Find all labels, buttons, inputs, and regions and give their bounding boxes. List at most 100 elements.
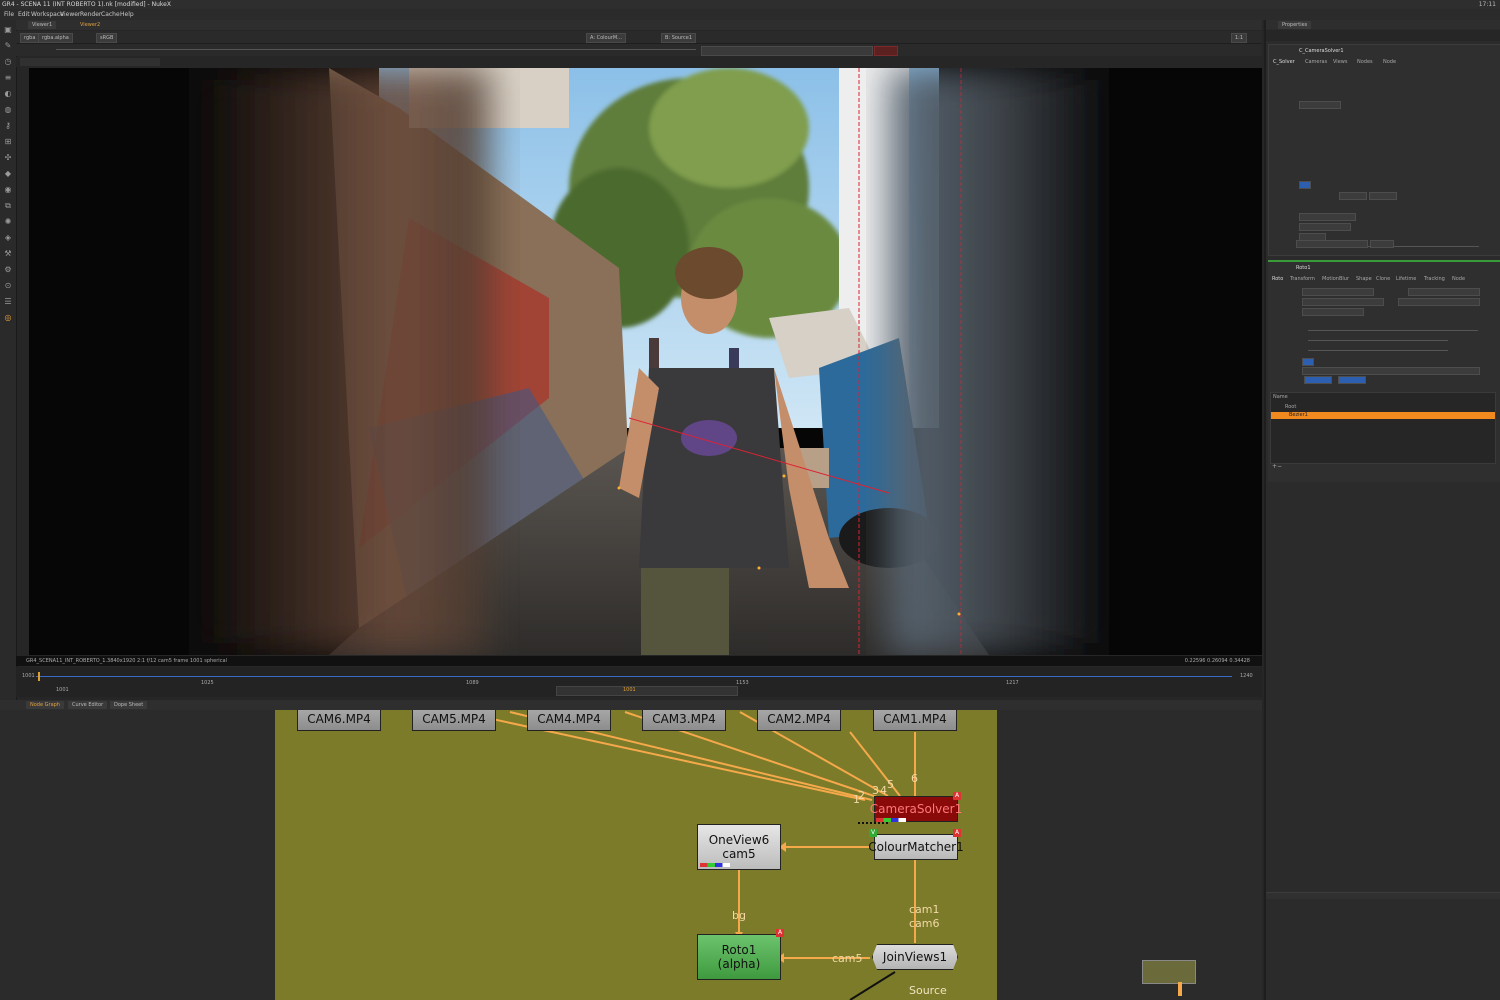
property-dropdown[interactable] xyxy=(1408,288,1480,296)
tab-dope-sheet[interactable]: Dope Sheet xyxy=(110,701,148,709)
views-icon[interactable]: ◉ xyxy=(3,185,13,195)
particles-icon[interactable]: ✺ xyxy=(3,217,13,227)
channels-dropdown[interactable]: rgba xyxy=(20,33,40,43)
alpha-dropdown[interactable]: rgba.alpha xyxy=(38,33,73,43)
tab-properties[interactable]: Properties xyxy=(1278,21,1312,29)
viewer-image[interactable] xyxy=(29,68,1262,655)
property-dropdown[interactable] xyxy=(1302,308,1364,316)
menu-render[interactable]: Render xyxy=(80,9,101,20)
cs-tab-cameras[interactable]: Cameras xyxy=(1305,59,1327,65)
menu-workspace[interactable]: Workspace xyxy=(31,9,64,20)
toolsets-icon[interactable]: ⚒ xyxy=(3,249,13,259)
property-button[interactable] xyxy=(1370,240,1394,248)
draw-icon[interactable]: ✎ xyxy=(3,41,13,51)
tab-node-graph[interactable]: Node Graph xyxy=(26,701,64,709)
3d-icon[interactable]: ◆ xyxy=(3,169,13,179)
read-node-cam3[interactable]: CAM3.MP4 xyxy=(642,710,726,731)
tab-viewer2[interactable]: Viewer2 xyxy=(76,21,105,29)
tab-viewer1[interactable]: Viewer1 xyxy=(28,21,57,29)
deep-icon[interactable]: ◈ xyxy=(3,233,13,243)
ocula-icon[interactable]: ◎ xyxy=(3,313,13,323)
keyer-icon[interactable]: ⚷ xyxy=(3,121,13,131)
property-field[interactable] xyxy=(1299,213,1356,221)
roto-node-name[interactable]: Roto1 xyxy=(1296,265,1311,271)
roto-tab-node[interactable]: Node xyxy=(1452,276,1465,282)
node-graph[interactable]: CAM6.MP4 CAM5.MP4 CAM4.MP4 CAM3.MP4 CAM2… xyxy=(0,710,1262,1000)
other-icon[interactable]: ⚙ xyxy=(3,265,13,275)
transform-icon[interactable]: ✣ xyxy=(3,153,13,163)
color-icon[interactable]: ◐ xyxy=(3,89,13,99)
panel-splitter[interactable] xyxy=(1266,892,1500,899)
colour-matcher-node[interactable]: ColourMatcher1 xyxy=(868,834,964,860)
properties-node-name[interactable]: C_CameraSolver1 xyxy=(1299,48,1344,54)
time-icon[interactable]: ◷ xyxy=(3,57,13,67)
roto-tab-clone[interactable]: Clone xyxy=(1376,276,1390,282)
property-field[interactable] xyxy=(1299,101,1341,109)
property-slider[interactable] xyxy=(1308,330,1478,331)
read-node-cam5[interactable]: CAM5.MP4 xyxy=(412,710,496,731)
property-dropdown[interactable] xyxy=(1296,240,1368,248)
furnace-icon[interactable]: ☰ xyxy=(3,297,13,307)
joinviews-node[interactable]: JoinViews1 xyxy=(872,944,958,970)
roto-node[interactable]: Roto1 (alpha) xyxy=(697,934,781,980)
merge-icon[interactable]: ⊞ xyxy=(3,137,13,147)
menu-help[interactable]: Help xyxy=(120,9,134,20)
roto-tab-roto[interactable]: Roto xyxy=(1272,276,1283,282)
roto-layer-list[interactable]: Name Root Bezier1 xyxy=(1270,392,1496,464)
cs-tab-nodes[interactable]: Nodes xyxy=(1357,59,1373,65)
input-b-dropdown[interactable]: B: Source1 xyxy=(661,33,697,43)
frame-range-field[interactable]: 1001 xyxy=(56,687,69,693)
property-dropdown[interactable] xyxy=(1302,288,1374,296)
metadata-icon[interactable]: ⧉ xyxy=(3,201,13,211)
property-button[interactable] xyxy=(1339,192,1367,200)
roto-tab-tracking[interactable]: Tracking xyxy=(1424,276,1445,282)
current-frame-field[interactable]: 1001 xyxy=(623,687,636,693)
cara-vr-icon[interactable]: ⊙ xyxy=(3,281,13,291)
menu-edit[interactable]: Edit xyxy=(18,9,30,20)
input-a-dropdown[interactable]: A: ColourM... xyxy=(586,33,626,43)
gain-slider[interactable] xyxy=(56,49,696,50)
layer-row-selected[interactable]: Bezier1 xyxy=(1271,412,1495,419)
colorspace-dropdown[interactable]: sRGB xyxy=(96,33,118,43)
property-field[interactable] xyxy=(1338,376,1366,384)
roto-tab-lifetime[interactable]: Lifetime xyxy=(1396,276,1416,282)
timeline-track[interactable] xyxy=(36,676,1232,677)
frame-buttons[interactable] xyxy=(701,46,873,56)
read-node-cam4[interactable]: CAM4.MP4 xyxy=(527,710,611,731)
cs-tab-views[interactable]: Views xyxy=(1333,59,1347,65)
tab-curve-editor[interactable]: Curve Editor xyxy=(68,701,108,709)
roto-tab-shape[interactable]: Shape xyxy=(1356,276,1372,282)
property-field[interactable] xyxy=(1304,376,1332,384)
filter-icon[interactable]: ◍ xyxy=(3,105,13,115)
property-slider[interactable] xyxy=(1308,340,1448,341)
property-slider[interactable] xyxy=(1308,350,1448,351)
playback-controls[interactable] xyxy=(556,686,738,696)
cs-tab-solver[interactable]: C_Solver xyxy=(1273,59,1295,65)
read-node-cam1[interactable]: CAM1.MP4 xyxy=(873,710,957,731)
image-icon[interactable]: ▣ xyxy=(3,25,13,35)
property-button[interactable] xyxy=(1369,192,1397,200)
property-field[interactable] xyxy=(1299,223,1351,231)
property-field[interactable] xyxy=(1302,358,1314,366)
layer-root[interactable]: Root xyxy=(1285,404,1296,410)
menu-viewer[interactable]: Viewer xyxy=(60,9,80,20)
node-pipes xyxy=(459,711,919,1000)
pause-button[interactable] xyxy=(874,46,898,56)
read-node-cam2[interactable]: CAM2.MP4 xyxy=(757,710,841,731)
read-node-cam6[interactable]: CAM6.MP4 xyxy=(297,710,381,731)
viewer-tool-buttons[interactable] xyxy=(20,58,160,66)
add-layer-icon[interactable]: +− xyxy=(1272,463,1284,470)
roto-tab-motionblur[interactable]: MotionBlur xyxy=(1322,276,1349,282)
property-dropdown[interactable] xyxy=(1398,298,1480,306)
playhead[interactable] xyxy=(38,672,40,681)
property-field[interactable] xyxy=(1302,367,1480,375)
property-dropdown[interactable] xyxy=(1302,298,1384,306)
property-field[interactable] xyxy=(1299,181,1311,189)
zoom-dropdown[interactable]: 1:1 xyxy=(1231,33,1248,43)
menu-cache[interactable]: Cache xyxy=(101,9,120,20)
menu-file[interactable]: File xyxy=(4,9,14,20)
channel-icon[interactable]: ≡ xyxy=(3,73,13,83)
roto-tab-transform[interactable]: Transform xyxy=(1290,276,1315,282)
cs-tab-node[interactable]: Node xyxy=(1383,59,1396,65)
navigator-minimap[interactable] xyxy=(1142,960,1196,984)
